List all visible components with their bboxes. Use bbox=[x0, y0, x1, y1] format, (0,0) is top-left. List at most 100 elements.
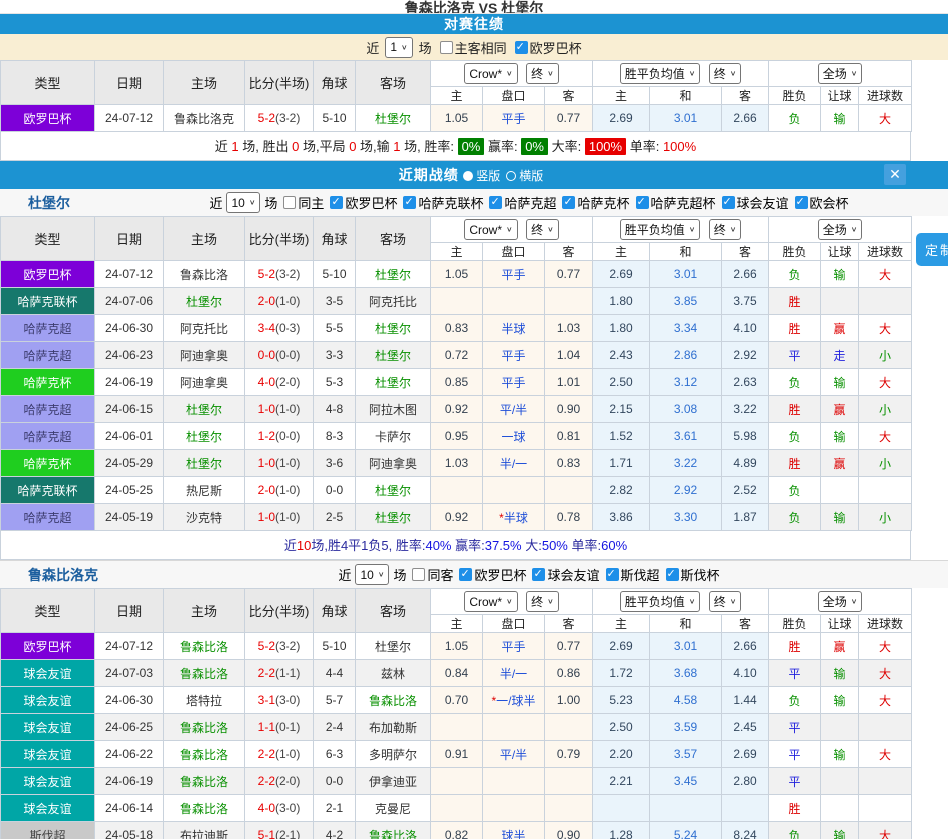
scope-select[interactable]: 全场∨ bbox=[818, 63, 863, 84]
checkbox-icon[interactable] bbox=[403, 196, 416, 209]
filter-checkbox[interactable]: 欧罗巴杯 bbox=[459, 565, 526, 584]
filter-checkbox[interactable]: 欧罗巴杯 bbox=[330, 193, 397, 212]
date-cell: 24-06-30 bbox=[95, 687, 164, 714]
sub-column-header: 盘口 bbox=[483, 243, 545, 261]
filter-checkbox[interactable]: 哈萨克杯 bbox=[562, 193, 629, 212]
sub-column-header: 和 bbox=[650, 615, 722, 633]
checkbox-icon[interactable] bbox=[795, 196, 808, 209]
corner-cell: 4-4 bbox=[314, 660, 356, 687]
checkbox-icon[interactable] bbox=[489, 196, 502, 209]
checkbox-icon[interactable] bbox=[330, 196, 343, 209]
layout-option[interactable]: 横版 bbox=[519, 169, 543, 183]
goals-result-cell: 大 bbox=[859, 633, 912, 660]
away-odds-cell: 1.03 bbox=[545, 315, 593, 342]
sub-column-header: 主 bbox=[593, 243, 650, 261]
scope-select[interactable]: 全场∨ bbox=[818, 219, 863, 240]
checkbox-icon[interactable] bbox=[283, 196, 296, 209]
home-odds-cell bbox=[431, 714, 483, 741]
customize-button[interactable]: 定制 bbox=[916, 233, 948, 266]
filter-checkbox[interactable]: 哈萨克超 bbox=[489, 193, 556, 212]
handicap-result-cell: 赢 bbox=[821, 450, 859, 477]
away-cell: 杜堡尔 bbox=[356, 504, 431, 531]
league-cell: 哈萨克超 bbox=[1, 342, 95, 369]
odds-company-select[interactable]: Crow*∨ bbox=[464, 591, 517, 612]
home-cell: 鲁森比洛 bbox=[164, 795, 245, 822]
checkbox-icon[interactable] bbox=[722, 196, 735, 209]
sub-column-header: 进球数 bbox=[859, 615, 912, 633]
radio-icon[interactable] bbox=[463, 171, 473, 181]
match-row: 球会友谊24-06-22鲁森比洛2-2(1-0)6-3多明萨尔0.91平/半0.… bbox=[1, 741, 912, 768]
filter-checkbox[interactable]: 球会友谊 bbox=[532, 565, 599, 584]
away-team-filter-row: 近10∨场同客欧罗巴杯球会友谊斯伐超斯伐杯 bbox=[0, 564, 948, 585]
filter-suffix: 场 bbox=[264, 193, 277, 212]
avg-home-cell: 2.69 bbox=[593, 105, 650, 132]
recent-count-select[interactable]: 1∨ bbox=[385, 37, 412, 58]
avg-stage-select[interactable]: 终∨ bbox=[709, 63, 742, 84]
odds-stage-select[interactable]: 终∨ bbox=[526, 63, 559, 84]
radio-icon[interactable] bbox=[506, 171, 516, 181]
result-group-header: 全场∨ bbox=[769, 589, 912, 615]
scope-select[interactable]: 全场∨ bbox=[818, 591, 863, 612]
score-cell: 2-2(2-0) bbox=[245, 768, 314, 795]
avg-stage-select[interactable]: 终∨ bbox=[709, 219, 742, 240]
checkbox-icon[interactable] bbox=[412, 568, 425, 581]
match-row: 斯伐超24-05-18布拉迪斯5-1(2-1)4-2鲁森比洛0.82球半0.90… bbox=[1, 822, 912, 839]
filter-checkbox[interactable]: 主客相同 bbox=[440, 38, 507, 57]
avg-home-cell: 1.28 bbox=[593, 822, 650, 839]
odds-stage-select[interactable]: 终∨ bbox=[526, 219, 559, 240]
chevron-down-icon: ∨ bbox=[851, 69, 858, 78]
handicap-cell: *半球 bbox=[483, 504, 545, 531]
filter-checkbox[interactable]: 球会友谊 bbox=[722, 193, 789, 212]
league-cell: 球会友谊 bbox=[1, 741, 95, 768]
sub-column-header: 客 bbox=[722, 87, 769, 105]
filter-checkbox[interactable]: 哈萨克联杯 bbox=[403, 193, 483, 212]
corner-cell: 2-5 bbox=[314, 504, 356, 531]
filter-checkbox[interactable]: 同客 bbox=[412, 565, 453, 584]
league-cell: 哈萨克超 bbox=[1, 504, 95, 531]
handicap-result-cell: 走 bbox=[821, 342, 859, 369]
odds-group-header: Crow*∨ 终∨ bbox=[431, 217, 593, 243]
filter-checkbox[interactable]: 斯伐超 bbox=[606, 565, 660, 584]
score-cell: 1-1(0-1) bbox=[245, 714, 314, 741]
recent-count-select[interactable]: 10∨ bbox=[355, 564, 389, 585]
date-cell: 24-05-18 bbox=[95, 822, 164, 839]
filter-checkbox[interactable]: 斯伐杯 bbox=[666, 565, 720, 584]
recent-title: 近期战绩 bbox=[399, 167, 459, 183]
filter-checkbox[interactable]: 同主 bbox=[283, 193, 324, 212]
checkbox-icon[interactable] bbox=[636, 196, 649, 209]
avg-draw-cell bbox=[650, 795, 722, 822]
handicap-cell: 平手 bbox=[483, 261, 545, 288]
score-cell: 5-2(3-2) bbox=[245, 105, 314, 132]
odds-stage-select[interactable]: 终∨ bbox=[526, 591, 559, 612]
home-cell: 阿克托比 bbox=[164, 315, 245, 342]
avg-away-cell: 3.75 bbox=[722, 288, 769, 315]
handicap-result-cell: 赢 bbox=[821, 633, 859, 660]
odds-company-select[interactable]: Crow*∨ bbox=[464, 219, 517, 240]
checkbox-icon[interactable] bbox=[440, 41, 453, 54]
checkbox-icon[interactable] bbox=[666, 568, 679, 581]
filter-checkbox[interactable]: 欧罗巴杯 bbox=[515, 38, 582, 57]
column-header: 角球 bbox=[314, 589, 356, 633]
h2h-stats: 近 1 场, 胜出 0 场,平局 0 场,输 1 场, 胜率: 0% 赢率: 0… bbox=[0, 132, 911, 161]
filter-checkbox[interactable]: 哈萨克超杯 bbox=[636, 193, 716, 212]
avg-type-select[interactable]: 胜平负均值∨ bbox=[620, 219, 701, 240]
checkbox-icon[interactable] bbox=[606, 568, 619, 581]
avg-away-cell: 8.24 bbox=[722, 822, 769, 839]
checkbox-icon[interactable] bbox=[562, 196, 575, 209]
score-cell: 4-0(3-0) bbox=[245, 795, 314, 822]
match-row: 球会友谊24-06-14鲁森比洛4-0(3-0)2-1克曼尼胜 bbox=[1, 795, 912, 822]
checkbox-icon[interactable] bbox=[515, 41, 528, 54]
avg-draw-cell: 3.12 bbox=[650, 369, 722, 396]
recent-count-select[interactable]: 10∨ bbox=[226, 192, 260, 213]
avg-type-select[interactable]: 胜平负均值∨ bbox=[620, 591, 701, 612]
close-icon[interactable]: ✕ bbox=[884, 164, 906, 185]
avg-stage-select[interactable]: 终∨ bbox=[709, 591, 742, 612]
odds-company-select[interactable]: Crow*∨ bbox=[464, 63, 517, 84]
checkbox-icon[interactable] bbox=[532, 568, 545, 581]
checkbox-icon[interactable] bbox=[459, 568, 472, 581]
layout-option[interactable]: 竖版 bbox=[476, 169, 500, 183]
wdl-result-cell: 胜 bbox=[769, 633, 821, 660]
home-cell: 热尼斯 bbox=[164, 477, 245, 504]
avg-type-select[interactable]: 胜平负均值∨ bbox=[620, 63, 701, 84]
filter-checkbox[interactable]: 欧会杯 bbox=[795, 193, 849, 212]
